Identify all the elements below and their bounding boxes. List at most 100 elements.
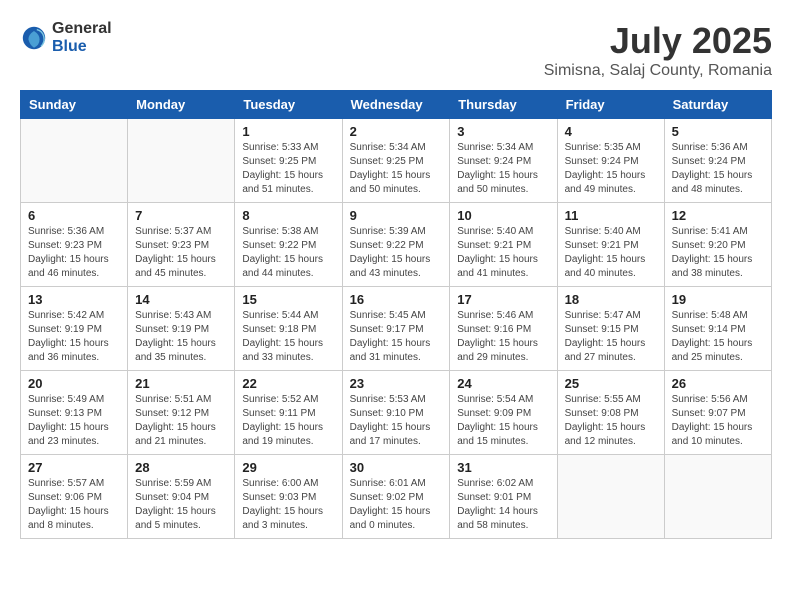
calendar-cell: 13 Sunrise: 5:42 AMSunset: 9:19 PMDayligh… (21, 287, 128, 371)
day-info: Sunrise: 5:47 AMSunset: 9:15 PMDaylight:… (565, 309, 657, 365)
day-number: 1 (242, 124, 334, 139)
calendar-table: Sunday Monday Tuesday Wednesday Thursday… (20, 90, 772, 539)
day-info: Sunrise: 5:42 AMSunset: 9:19 PMDaylight:… (28, 309, 120, 365)
day-number: 31 (457, 460, 549, 475)
subtitle: Simisna, Salaj County, Romania (544, 62, 772, 80)
day-number: 21 (135, 376, 227, 391)
calendar-week-1: 1Sunrise: 5:33 AMSunset: 9:25 PMDaylight… (21, 119, 772, 203)
calendar-cell: 15 Sunrise: 5:44 AMSunset: 9:18 PMDayligh… (235, 287, 342, 371)
col-friday: Friday (557, 91, 664, 119)
calendar-cell: 8 Sunrise: 5:38 AMSunset: 9:22 PMDaylight… (235, 203, 342, 287)
day-number: 4 (565, 124, 657, 139)
day-info: Sunrise: 5:34 AMSunset: 9:25 PMDaylight:… (350, 141, 443, 197)
calendar-cell (664, 455, 771, 539)
calendar-cell: 14Sunrise: 5:43 AMSunset: 9:19 PMDayligh… (128, 287, 235, 371)
day-number: 14 (135, 292, 227, 307)
day-info: Sunrise: 5:54 AMSunset: 9:09 PMDaylight:… (457, 393, 549, 449)
day-number: 17 (457, 292, 549, 307)
calendar-cell: 12Sunrise: 5:41 AMSunset: 9:20 PMDayligh… (664, 203, 771, 287)
day-number: 20 (28, 376, 120, 391)
main-title: July 2025 (544, 20, 772, 62)
day-info: Sunrise: 5:51 AMSunset: 9:12 PMDaylight:… (135, 393, 227, 449)
calendar-cell: 30 Sunrise: 6:01 AMSunset: 9:02 PMDayligh… (342, 455, 450, 539)
day-info: Sunrise: 5:55 AMSunset: 9:08 PMDaylight:… (565, 393, 657, 449)
day-number: 28 (135, 460, 227, 475)
day-number: 22 (242, 376, 334, 391)
day-info: Sunrise: 5:48 AMSunset: 9:14 PMDaylight:… (672, 309, 764, 365)
calendar-cell: 24 Sunrise: 5:54 AMSunset: 9:09 PMDayligh… (450, 371, 557, 455)
day-info: Sunrise: 5:46 AMSunset: 9:16 PMDaylight:… (457, 309, 549, 365)
calendar-cell: 3Sunrise: 5:34 AMSunset: 9:24 PMDaylight… (450, 119, 557, 203)
logo: General Blue (20, 20, 112, 56)
calendar-cell: 9 Sunrise: 5:39 AMSunset: 9:22 PMDaylight… (342, 203, 450, 287)
day-number: 12 (672, 208, 764, 223)
day-number: 6 (28, 208, 120, 223)
calendar-cell (557, 455, 664, 539)
day-number: 15 (242, 292, 334, 307)
calendar-cell: 21 Sunrise: 5:51 AMSunset: 9:12 PMDayligh… (128, 371, 235, 455)
calendar-cell: 29 Sunrise: 6:00 AMSunset: 9:03 PMDayligh… (235, 455, 342, 539)
day-info: Sunrise: 5:45 AMSunset: 9:17 PMDaylight:… (350, 309, 443, 365)
day-info: Sunrise: 5:39 AMSunset: 9:22 PMDaylight:… (350, 225, 443, 281)
day-info: Sunrise: 6:01 AMSunset: 9:02 PMDaylight:… (350, 477, 443, 533)
calendar-cell: 17 Sunrise: 5:46 AMSunset: 9:16 PMDayligh… (450, 287, 557, 371)
day-info: Sunrise: 5:36 AMSunset: 9:23 PMDaylight:… (28, 225, 120, 281)
day-number: 11 (565, 208, 657, 223)
calendar-cell: 22 Sunrise: 5:52 AMSunset: 9:11 PMDayligh… (235, 371, 342, 455)
calendar-cell: 2 Sunrise: 5:34 AMSunset: 9:25 PMDaylight… (342, 119, 450, 203)
day-info: Sunrise: 5:38 AMSunset: 9:22 PMDaylight:… (242, 225, 334, 281)
day-info: Sunrise: 5:49 AMSunset: 9:13 PMDaylight:… (28, 393, 120, 449)
col-saturday: Saturday (664, 91, 771, 119)
day-number: 5 (672, 124, 764, 139)
day-number: 9 (350, 208, 443, 223)
calendar-cell: 28 Sunrise: 5:59 AMSunset: 9:04 PMDayligh… (128, 455, 235, 539)
day-number: 30 (350, 460, 443, 475)
day-number: 24 (457, 376, 549, 391)
day-number: 3 (457, 124, 549, 139)
logo-general-text: General (52, 20, 112, 37)
day-number: 29 (242, 460, 334, 475)
calendar-cell: 23 Sunrise: 5:53 AMSunset: 9:10 PMDayligh… (342, 371, 450, 455)
calendar-cell: 7Sunrise: 5:37 AMSunset: 9:23 PMDaylight… (128, 203, 235, 287)
day-info: Sunrise: 5:57 AMSunset: 9:06 PMDaylight:… (28, 477, 120, 533)
day-info: Sunrise: 5:52 AMSunset: 9:11 PMDaylight:… (242, 393, 334, 449)
calendar-week-4: 20 Sunrise: 5:49 AMSunset: 9:13 PMDayligh… (21, 371, 772, 455)
day-info: Sunrise: 5:53 AMSunset: 9:10 PMDaylight:… (350, 393, 443, 449)
calendar-cell: 6 Sunrise: 5:36 AMSunset: 9:23 PMDaylight… (21, 203, 128, 287)
page-header: General Blue July 2025 Simisna, Salaj Co… (20, 20, 772, 80)
day-info: Sunrise: 5:40 AMSunset: 9:21 PMDaylight:… (565, 225, 657, 281)
day-number: 27 (28, 460, 120, 475)
logo-icon (20, 24, 48, 52)
calendar-cell: 4 Sunrise: 5:35 AMSunset: 9:24 PMDaylight… (557, 119, 664, 203)
day-number: 10 (457, 208, 549, 223)
col-monday: Monday (128, 91, 235, 119)
calendar-cell: 27 Sunrise: 5:57 AMSunset: 9:06 PMDayligh… (21, 455, 128, 539)
day-number: 18 (565, 292, 657, 307)
day-info: Sunrise: 6:02 AMSunset: 9:01 PMDaylight:… (457, 477, 549, 533)
day-info: Sunrise: 5:44 AMSunset: 9:18 PMDaylight:… (242, 309, 334, 365)
calendar-cell: 31 Sunrise: 6:02 AMSunset: 9:01 PMDayligh… (450, 455, 557, 539)
day-number: 23 (350, 376, 443, 391)
calendar-cell (21, 119, 128, 203)
day-number: 26 (672, 376, 764, 391)
day-info: Sunrise: 6:00 AMSunset: 9:03 PMDaylight:… (242, 477, 334, 533)
calendar-cell: 20 Sunrise: 5:49 AMSunset: 9:13 PMDayligh… (21, 371, 128, 455)
day-number: 2 (350, 124, 443, 139)
calendar-cell: 26 Sunrise: 5:56 AMSunset: 9:07 PMDayligh… (664, 371, 771, 455)
calendar-header-row: Sunday Monday Tuesday Wednesday Thursday… (21, 91, 772, 119)
day-info: Sunrise: 5:59 AMSunset: 9:04 PMDaylight:… (135, 477, 227, 533)
calendar-cell: 18 Sunrise: 5:47 AMSunset: 9:15 PMDayligh… (557, 287, 664, 371)
day-number: 25 (565, 376, 657, 391)
col-sunday: Sunday (21, 91, 128, 119)
col-wednesday: Wednesday (342, 91, 450, 119)
calendar-cell: 1Sunrise: 5:33 AMSunset: 9:25 PMDaylight… (235, 119, 342, 203)
calendar-cell: 5Sunrise: 5:36 AMSunset: 9:24 PMDaylight… (664, 119, 771, 203)
calendar-cell: 10 Sunrise: 5:40 AMSunset: 9:21 PMDayligh… (450, 203, 557, 287)
calendar-week-5: 27 Sunrise: 5:57 AMSunset: 9:06 PMDayligh… (21, 455, 772, 539)
day-number: 16 (350, 292, 443, 307)
day-info: Sunrise: 5:56 AMSunset: 9:07 PMDaylight:… (672, 393, 764, 449)
day-info: Sunrise: 5:35 AMSunset: 9:24 PMDaylight:… (565, 141, 657, 197)
day-number: 13 (28, 292, 120, 307)
day-info: Sunrise: 5:40 AMSunset: 9:21 PMDaylight:… (457, 225, 549, 281)
day-number: 8 (242, 208, 334, 223)
